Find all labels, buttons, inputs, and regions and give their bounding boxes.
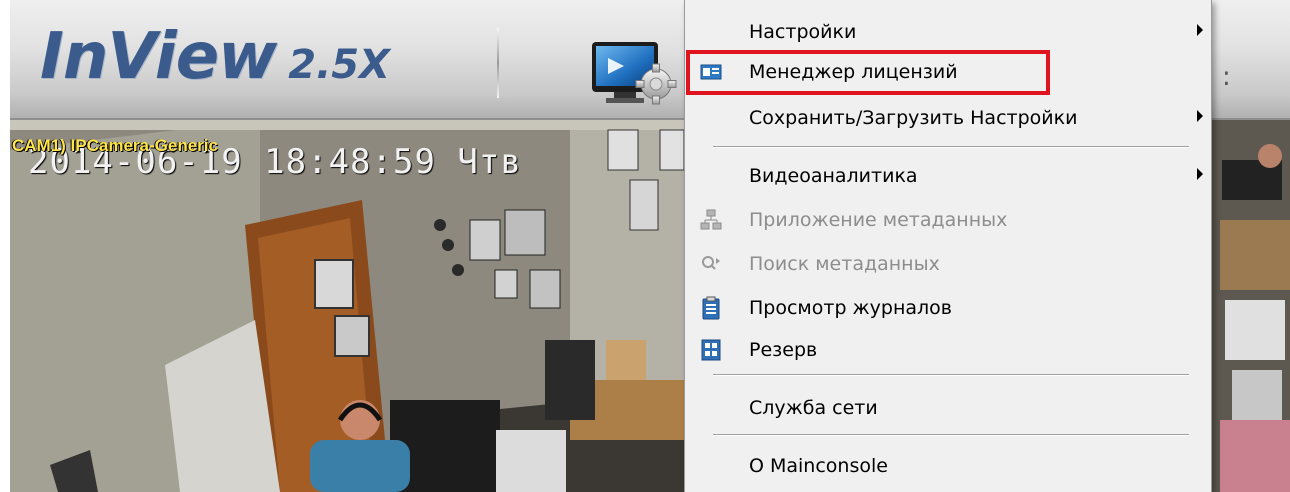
menu-item-save-load-settings[interactable]: Сохранить/Загрузить Настройки xyxy=(685,98,1211,140)
menu-item-about[interactable]: О Mainconsole xyxy=(685,446,1211,488)
backup-grid-icon xyxy=(699,338,723,362)
menu-item-label: Видеоаналитика xyxy=(749,165,918,187)
menu-item-metadata-app: Приложение метаданных xyxy=(685,200,1211,242)
camera-name-label: CAM1) IPCamera-Generic xyxy=(12,136,218,155)
network-tree-icon xyxy=(699,208,723,232)
app-logo: InView 2.5X xyxy=(40,20,390,94)
menu-item-label: Сохранить/Загрузить Настройки xyxy=(749,107,1078,129)
menu-item-label: Служба сети xyxy=(749,397,878,419)
search-arrow-icon xyxy=(699,252,723,276)
menu-item-backup[interactable]: Резерв xyxy=(685,330,1211,372)
header-toolbar-edge: : xyxy=(1222,62,1231,92)
header-divider xyxy=(497,28,499,98)
menu-item-label: Поиск метаданных xyxy=(749,253,940,275)
menu-item-view-logs[interactable]: Просмотр журналов xyxy=(685,288,1211,330)
app-window: InView 2.5X: CAM1) IPCamera-Generic 201… xyxy=(0,0,1290,492)
menu-separator xyxy=(713,146,1189,148)
menu-separator xyxy=(713,434,1189,436)
license-card-icon xyxy=(699,60,723,84)
menu-separator xyxy=(713,374,1189,376)
submenu-arrow-icon xyxy=(1197,168,1203,180)
menu-item-label: Приложение метаданных xyxy=(749,209,1008,231)
submenu-arrow-icon xyxy=(1197,110,1203,122)
monitor-gear-icon xyxy=(592,42,677,105)
logo-version: 2.5X xyxy=(288,42,390,88)
submenu-arrow-icon xyxy=(1197,24,1203,36)
menu-item-label: Резерв xyxy=(749,339,818,361)
menu-item-network-service[interactable]: Служба сети xyxy=(685,388,1211,430)
menu-item-metadata-search: Поиск метаданных xyxy=(685,244,1211,286)
menu-item-video-analytics[interactable]: Видеоаналитика xyxy=(685,156,1211,198)
menu-item-license-manager[interactable]: Менеджер лицензий xyxy=(685,52,1211,94)
clipboard-icon xyxy=(699,296,723,320)
menu-item-label: Настройки xyxy=(749,21,857,43)
menu-item-label: О Mainconsole xyxy=(749,455,888,477)
settings-monitor-button[interactable] xyxy=(590,38,686,108)
menu-item-label: Просмотр журналов xyxy=(749,297,952,319)
context-menu: Настройки Менеджер лицензий Сохранить/За… xyxy=(684,0,1212,492)
menu-item-label: Менеджер лицензий xyxy=(749,61,958,83)
menu-item-settings[interactable]: Настройки xyxy=(685,12,1211,54)
logo-name: InView xyxy=(40,20,277,94)
